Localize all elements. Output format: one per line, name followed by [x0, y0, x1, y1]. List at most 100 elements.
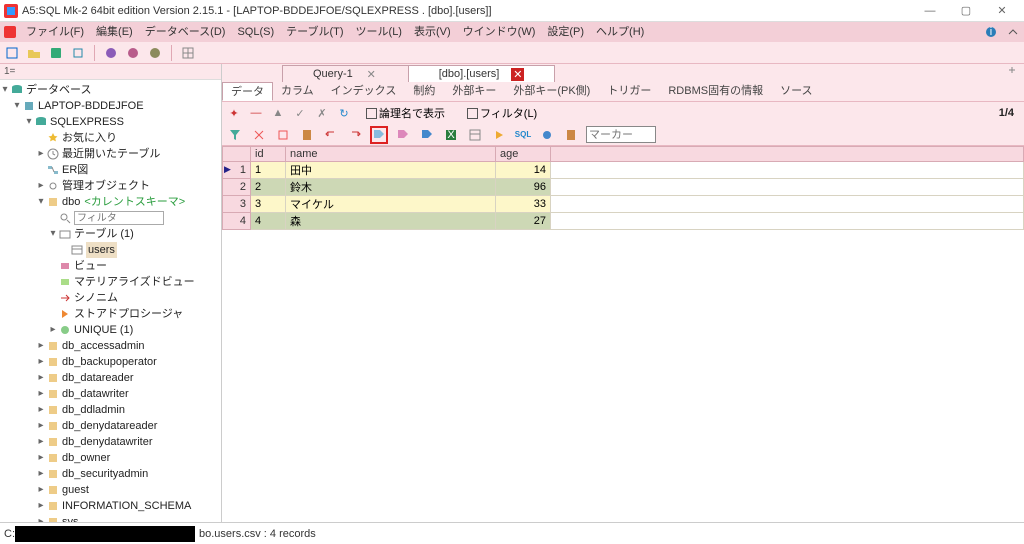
cell-name[interactable]: 森: [286, 213, 496, 230]
exec-icon[interactable]: [490, 126, 508, 144]
tree-filter-input[interactable]: [74, 211, 164, 225]
tab-close-icon[interactable]: ✕: [511, 68, 524, 81]
tree-schema[interactable]: INFORMATION_SCHEMA: [62, 498, 191, 514]
subtab-constraint[interactable]: 制約: [405, 82, 444, 101]
subtab-fk[interactable]: 外部キー: [444, 82, 505, 101]
sql-icon[interactable]: SQL: [514, 126, 532, 144]
copy-icon[interactable]: [70, 45, 86, 61]
tag3-icon[interactable]: [418, 126, 436, 144]
cell-id[interactable]: 1: [251, 162, 286, 179]
logical-name-checkbox[interactable]: 論理名で表示: [366, 105, 445, 121]
tree-views[interactable]: ビュー: [74, 258, 107, 274]
tree-schema[interactable]: db_denydatareader: [62, 418, 157, 434]
menu-window[interactable]: ウインドウ(W): [457, 22, 542, 42]
pin-icon[interactable]: [1006, 66, 1018, 78]
col-name[interactable]: name: [286, 147, 496, 162]
redo-icon[interactable]: [346, 126, 364, 144]
cell-id[interactable]: 2: [251, 179, 286, 196]
menu-table[interactable]: テーブル(T): [280, 22, 349, 42]
add-row-icon[interactable]: ✦: [226, 105, 242, 121]
col-age[interactable]: age: [496, 147, 551, 162]
cut-icon[interactable]: [250, 126, 268, 144]
tree-dbo[interactable]: dbo: [62, 194, 80, 210]
menu-help[interactable]: ヘルプ(H): [590, 22, 650, 42]
subtab-index[interactable]: インデックス: [323, 82, 406, 101]
row-number[interactable]: 4: [223, 213, 251, 230]
tree-unique[interactable]: UNIQUE (1): [74, 322, 133, 338]
cell-age[interactable]: 27: [496, 213, 551, 230]
edit-icon[interactable]: ▲: [270, 105, 286, 121]
data-grid[interactable]: id name age ▶11田中1422鈴木9633マイケル3344森27: [222, 146, 1024, 522]
tree-schema[interactable]: db_datawriter: [62, 386, 129, 402]
tree-procs[interactable]: ストアドプロシージャ: [74, 306, 183, 322]
book-icon[interactable]: [562, 126, 580, 144]
cell-name[interactable]: 田中: [286, 162, 496, 179]
csv-icon[interactable]: [466, 126, 484, 144]
open-icon[interactable]: [26, 45, 42, 61]
grid-icon[interactable]: [180, 45, 196, 61]
copy2-icon[interactable]: [274, 126, 292, 144]
save-icon[interactable]: [48, 45, 64, 61]
subtab-data[interactable]: データ: [222, 82, 273, 101]
tab-close-icon[interactable]: ✕: [365, 68, 378, 81]
close-button[interactable]: ✕: [984, 1, 1020, 21]
tree-schema[interactable]: db_accessadmin: [62, 338, 145, 354]
new-sql-icon[interactable]: [4, 45, 20, 61]
undo-icon[interactable]: [322, 126, 340, 144]
tree-instance[interactable]: SQLEXPRESS: [50, 114, 124, 130]
subtab-column[interactable]: カラム: [273, 82, 323, 101]
tree-server[interactable]: LAPTOP-BDDEJFOE: [38, 98, 144, 114]
run-icon[interactable]: [103, 45, 119, 61]
tree-er[interactable]: ER図: [62, 162, 88, 178]
refresh-icon[interactable]: ↻: [336, 105, 352, 121]
col-rownum[interactable]: [223, 147, 251, 162]
tag2-icon[interactable]: [394, 126, 412, 144]
tree-root[interactable]: データベース: [26, 82, 91, 98]
tab-users[interactable]: [dbo].[users]✕: [408, 65, 556, 82]
tree-schema[interactable]: db_ddladmin: [62, 402, 125, 418]
maximize-button[interactable]: ▢: [948, 1, 984, 21]
cell-age[interactable]: 96: [496, 179, 551, 196]
filter-checkbox[interactable]: フィルタ(L): [467, 105, 537, 121]
up-icon[interactable]: [1006, 25, 1020, 39]
menu-tool[interactable]: ツール(L): [350, 22, 408, 42]
tree-schema[interactable]: db_owner: [62, 450, 110, 466]
cell-id[interactable]: 3: [251, 196, 286, 213]
tree-matviews[interactable]: マテリアライズドビュー: [74, 274, 195, 290]
tree-schema[interactable]: sys: [62, 514, 79, 522]
tree-schema[interactable]: db_denydatawriter: [62, 434, 153, 450]
menu-view[interactable]: 表示(V): [408, 22, 457, 42]
tree-recent[interactable]: 最近開いたテーブル: [62, 146, 160, 162]
excel-icon[interactable]: X: [442, 126, 460, 144]
subtab-trigger[interactable]: トリガー: [599, 82, 660, 101]
row-number[interactable]: 2: [223, 179, 251, 196]
col-id[interactable]: id: [251, 147, 286, 162]
subtab-source[interactable]: ソース: [772, 82, 821, 101]
minimize-button[interactable]: —: [912, 1, 948, 21]
tree-schema[interactable]: db_securityadmin: [62, 466, 148, 482]
commit-icon[interactable]: [125, 45, 141, 61]
tab-query1[interactable]: Query-1✕: [282, 65, 409, 82]
marker-input[interactable]: [586, 126, 656, 143]
info-icon[interactable]: i: [984, 25, 998, 39]
sidebar-tab[interactable]: 1=: [0, 64, 221, 80]
tree-mgmt[interactable]: 管理オブジェクト: [62, 178, 150, 194]
paste-icon[interactable]: [298, 126, 316, 144]
row-number[interactable]: 3: [223, 196, 251, 213]
menu-file[interactable]: ファイル(F): [20, 22, 90, 42]
menu-edit[interactable]: 編集(E): [90, 22, 139, 42]
check-icon[interactable]: ✓: [292, 105, 308, 121]
cog-icon[interactable]: [538, 126, 556, 144]
cell-age[interactable]: 33: [496, 196, 551, 213]
cell-name[interactable]: マイケル: [286, 196, 496, 213]
subtab-rdbms[interactable]: RDBMS固有の情報: [660, 82, 772, 101]
menu-settings[interactable]: 設定(P): [541, 22, 590, 42]
rollback-icon[interactable]: [147, 45, 163, 61]
tag-highlighted-icon[interactable]: [370, 126, 388, 144]
tree-users[interactable]: users: [86, 242, 117, 258]
filter-icon[interactable]: [226, 126, 244, 144]
subtab-fk-pk[interactable]: 外部キー(PK側): [505, 82, 599, 101]
tree-schema[interactable]: db_backupoperator: [62, 354, 157, 370]
delete-row-icon[interactable]: —: [248, 105, 264, 121]
tree-schema[interactable]: db_datareader: [62, 370, 134, 386]
